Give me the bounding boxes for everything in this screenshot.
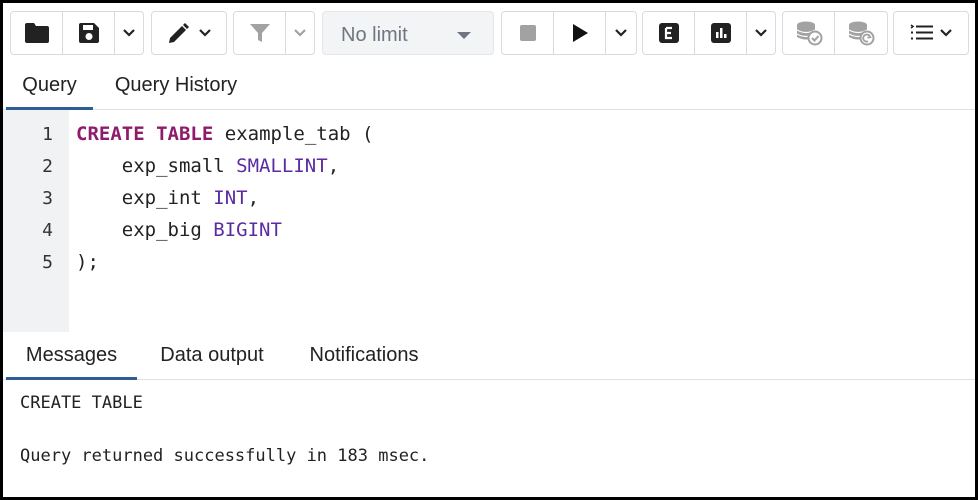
filter-button[interactable]: [234, 12, 286, 54]
macros-button[interactable]: [894, 12, 968, 54]
filter-group: [233, 11, 315, 55]
filter-icon: [249, 24, 270, 42]
database-rollback-icon: [848, 21, 875, 46]
pencil-icon: [169, 23, 189, 43]
closing-paren: );: [76, 251, 99, 273]
tab-query-history[interactable]: Query History: [105, 63, 247, 109]
punctuation: ,: [327, 155, 340, 177]
message-line: CREATE TABLE: [20, 393, 143, 413]
sql-editor[interactable]: 1 2 3 4 5 CREATE TABLE example_tab ( exp…: [3, 110, 975, 332]
stop-icon: [519, 25, 536, 41]
explain-analyze-button[interactable]: [695, 12, 747, 54]
play-icon: [572, 24, 588, 42]
code-line: exp_int INT,: [76, 187, 259, 209]
code-line: exp_big BIGINT: [76, 219, 282, 241]
caret-down-icon: [457, 32, 471, 39]
line-number: 2: [42, 156, 53, 177]
edit-options-button[interactable]: [152, 12, 226, 54]
tab-query[interactable]: Query: [6, 63, 93, 110]
column-name: exp_big: [121, 219, 202, 241]
line-number: 5: [42, 252, 53, 273]
floppy-disk-icon: [78, 23, 99, 43]
edit-group: [151, 11, 227, 55]
explain-group: [642, 11, 776, 55]
commit-button[interactable]: [783, 12, 835, 54]
transaction-group: [782, 11, 888, 55]
chevron-down-icon: [123, 29, 135, 37]
row-limit-value: No limit: [341, 24, 408, 46]
column-type: SMALLINT: [236, 155, 328, 177]
chevron-down-icon: [755, 29, 767, 37]
sql-keyword: CREATE: [76, 123, 145, 145]
line-number: 1: [42, 124, 53, 145]
rollback-button[interactable]: [835, 12, 887, 54]
database-commit-icon: [796, 21, 822, 46]
toolbar: No limit: [3, 3, 975, 63]
tab-messages[interactable]: Messages: [6, 333, 137, 380]
tab-data-output[interactable]: Data output: [147, 333, 277, 379]
punctuation: ,: [247, 187, 260, 209]
sql-keyword: TABLE: [156, 123, 214, 145]
code-line: exp_small SMALLINT,: [76, 155, 339, 177]
query-tool-window: No limit Query Query History 1 2 3 4 5 C…: [3, 3, 975, 497]
line-number: 4: [42, 220, 53, 241]
explain-icon: [658, 23, 679, 43]
code-line: );: [76, 251, 99, 273]
explain-options-dropdown[interactable]: [747, 12, 775, 54]
tab-notifications[interactable]: Notifications: [293, 333, 435, 379]
save-options-dropdown[interactable]: [115, 12, 143, 54]
file-group: [10, 11, 144, 55]
execute-group: [501, 11, 637, 55]
chevron-down-icon: [940, 29, 952, 37]
stop-button[interactable]: [502, 12, 554, 54]
messages-panel: CREATE TABLE Query returned successfully…: [3, 380, 975, 497]
bar-chart-icon: [710, 23, 731, 43]
folder-icon: [24, 23, 49, 43]
output-tabs: Messages Data output Notifications: [3, 333, 975, 380]
column-name: exp_small: [121, 155, 225, 177]
open-file-button[interactable]: [11, 12, 63, 54]
table-name: example_tab: [224, 123, 351, 145]
macros-group: [893, 11, 969, 55]
message-line: Query returned successfully in 183 msec.: [20, 446, 430, 466]
chevron-down-icon: [615, 29, 627, 37]
list-icon: [910, 24, 933, 40]
column-type: INT: [213, 187, 248, 209]
row-limit-select[interactable]: No limit: [322, 11, 494, 55]
execute-button[interactable]: [554, 12, 606, 54]
chevron-down-icon: [294, 29, 306, 37]
filter-dropdown[interactable]: [286, 12, 314, 54]
execute-options-dropdown[interactable]: [606, 12, 636, 54]
code-line: CREATE TABLE example_tab (: [76, 123, 374, 145]
explain-button[interactable]: [643, 12, 695, 54]
column-name: exp_int: [121, 187, 202, 209]
line-number-gutter: 1 2 3 4 5: [3, 110, 69, 332]
column-type: BIGINT: [213, 219, 282, 241]
paren: (: [362, 123, 374, 145]
line-number: 3: [42, 188, 53, 209]
query-tabs: Query Query History: [3, 63, 975, 110]
save-file-button[interactable]: [63, 12, 115, 54]
chevron-down-icon: [199, 29, 211, 37]
